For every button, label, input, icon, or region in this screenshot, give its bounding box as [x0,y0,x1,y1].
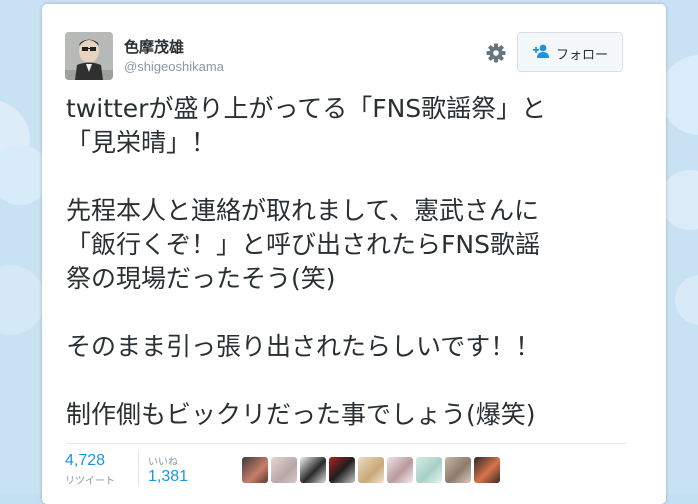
tweet-line: twitterが盛り上がってる「FNS歌謡祭」と [66,94,547,123]
liker-avatar[interactable] [474,457,500,483]
tweet-text: twitterが盛り上がってる「FNS歌謡祭」と 「見栄晴」！ 先程本人と連絡が… [66,92,626,432]
like-count: 1,381 [148,468,189,485]
avatar-image [65,32,113,80]
display-name[interactable]: 色摩茂雄 [124,36,184,57]
liker-avatar[interactable] [242,457,268,483]
tweet-line: そのまま引っ張り出されたらしいです！！ [66,332,541,361]
liker-avatar[interactable] [416,457,442,483]
follow-label: フォロー [556,48,609,63]
tweet-line: 「飯行くぞ！」と呼び出されたらFNS歌謡 [66,230,540,259]
tweet-line: 祭の現場だったそう(笑) [66,264,336,293]
liker-avatar[interactable] [445,457,471,483]
liker-avatar[interactable] [271,457,297,483]
avatar[interactable] [65,32,113,80]
tweet-card: 色摩茂雄 @shigeoshikama フォロー twitterが盛り上がってる… [42,4,666,504]
gear-icon[interactable] [484,41,508,65]
retweet-label: リツイート [65,476,115,487]
liker-avatar[interactable] [387,457,413,483]
liker-avatar[interactable] [300,457,326,483]
tweet-line: 「見栄晴」！ [66,128,217,157]
add-user-icon [533,44,549,58]
liker-avatar[interactable] [358,457,384,483]
tweet-line: 先程本人と連絡が取れまして、憲武さんに [66,196,540,225]
follow-button[interactable]: フォロー [517,32,623,72]
liker-avatar[interactable] [329,457,355,483]
user-handle[interactable]: @shigeoshikama [124,59,224,74]
tweet-line: 制作側もビックリだった事でしょう(爆笑) [66,400,536,429]
retweet-count: 4,728 [65,452,106,469]
stats-divider [66,443,626,444]
stat-separator [138,450,139,486]
like-label: いいね [148,457,178,468]
